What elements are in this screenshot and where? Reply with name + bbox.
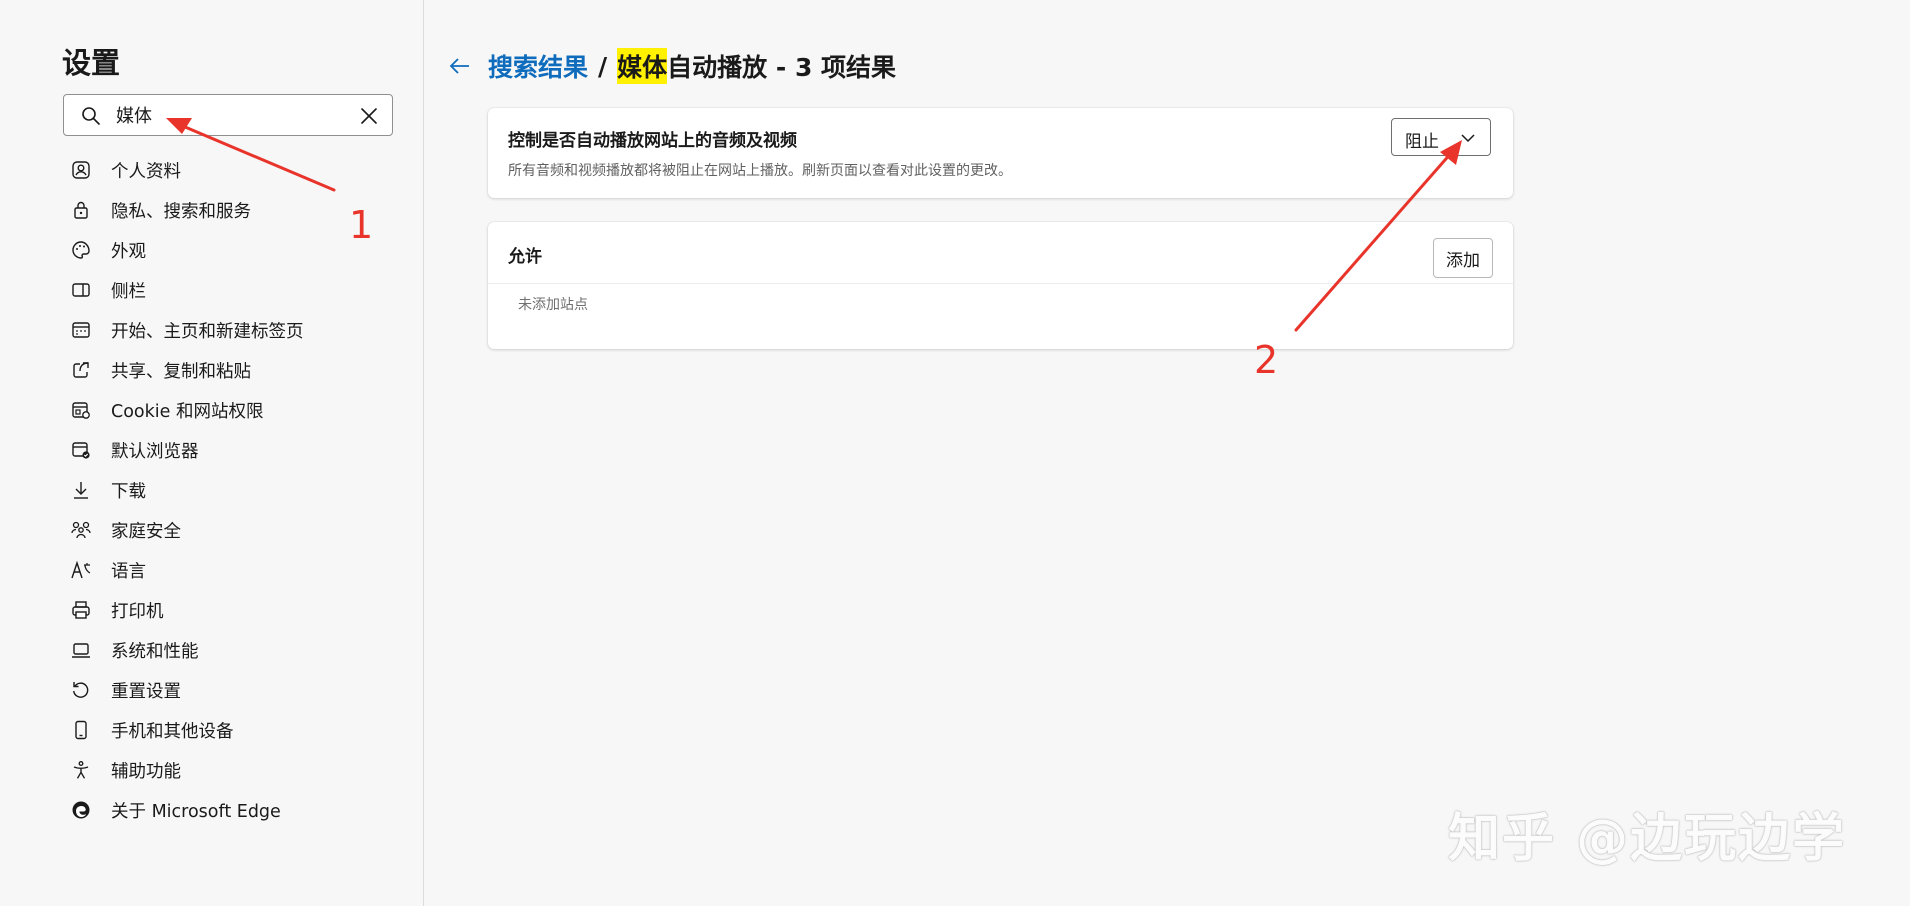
- palette-icon: [70, 239, 92, 261]
- search-icon: [82, 107, 100, 125]
- browser-default-icon: [70, 439, 92, 461]
- sidebar-item-label: 下载: [111, 481, 146, 502]
- sidebar-item-label: 共享、复制和粘贴: [111, 361, 251, 382]
- page-title: 自动播放 - 3 项结果: [667, 53, 897, 82]
- autoplay-dropdown-value: 阻止: [1405, 132, 1439, 152]
- sidebar: 设置 个人资料 隐私、搜索和服务 外观: [0, 0, 424, 906]
- sidebar-item-label: 个人资料: [111, 161, 181, 182]
- clear-icon[interactable]: [359, 106, 379, 126]
- sidebar-item-system[interactable]: 系统和性能: [70, 630, 400, 670]
- sidebar-item-label: 外观: [111, 241, 146, 262]
- sidebar-item-profile[interactable]: 个人资料: [70, 150, 400, 190]
- autoplay-setting-card: 控制是否自动播放网站上的音频及视频 所有音频和视频播放都将被阻止在网站上播放。刷…: [488, 108, 1513, 198]
- sidebar-item-label: 侧栏: [111, 281, 146, 302]
- autoplay-dropdown[interactable]: 阻止: [1391, 118, 1491, 156]
- sidebar-item-label: 开始、主页和新建标签页: [111, 321, 304, 342]
- sidebar-item-label: 语言: [111, 561, 146, 582]
- phone-icon: [70, 719, 92, 741]
- sidebar-item-downloads[interactable]: 下载: [70, 470, 400, 510]
- laptop-icon: [70, 639, 92, 661]
- sidebar-item-label: 系统和性能: [111, 641, 199, 662]
- family-icon: [70, 519, 92, 541]
- reset-icon: [70, 679, 92, 701]
- download-icon: [70, 479, 92, 501]
- breadcrumb-search-results-link[interactable]: 搜索结果: [488, 48, 588, 84]
- sidebar-item-label: 打印机: [111, 601, 164, 622]
- annotation-number-1: 1: [349, 203, 374, 247]
- sidebar-item-sidebar[interactable]: 侧栏: [70, 270, 400, 310]
- breadcrumb: 搜索结果 / 媒体 自动播放 - 3 项结果: [448, 48, 896, 84]
- sidebar-item-cookies[interactable]: Cookie 和网站权限: [70, 390, 400, 430]
- sidebar-item-start-home[interactable]: 开始、主页和新建标签页: [70, 310, 400, 350]
- sidebar-title: 设置: [62, 46, 121, 80]
- edge-logo-icon: [70, 799, 92, 821]
- lock-icon: [70, 199, 92, 221]
- search-highlight: 媒体: [617, 48, 668, 84]
- allow-sites-card: 允许 添加 未添加站点: [488, 222, 1513, 349]
- search-input[interactable]: [116, 101, 346, 129]
- autoplay-setting-description: 所有音频和视频播放都将被阻止在网站上播放。刷新页面以查看对此设置的更改。: [508, 163, 1012, 179]
- printer-icon: [70, 599, 92, 621]
- sidebar-item-label: 辅助功能: [111, 761, 181, 782]
- sidebar-item-label: Cookie 和网站权限: [111, 401, 264, 422]
- sidebar-item-language[interactable]: 语言: [70, 550, 400, 590]
- divider: [488, 283, 1513, 284]
- chevron-down-icon: [1461, 134, 1475, 143]
- back-arrow-icon[interactable]: [448, 54, 472, 78]
- allow-section-title: 允许: [508, 247, 542, 267]
- sidebar-item-reset[interactable]: 重置设置: [70, 670, 400, 710]
- sidebar-item-family[interactable]: 家庭安全: [70, 510, 400, 550]
- sidebar-item-accessibility[interactable]: 辅助功能: [70, 750, 400, 790]
- cookie-site-icon: [70, 399, 92, 421]
- language-icon: [70, 559, 92, 581]
- sidebar-item-label: 关于 Microsoft Edge: [111, 801, 281, 822]
- sidebar-item-label: 重置设置: [111, 681, 181, 702]
- accessibility-icon: [70, 759, 92, 781]
- watermark: 知乎 @边玩边学: [1448, 809, 1847, 869]
- autoplay-setting-title: 控制是否自动播放网站上的音频及视频: [508, 131, 797, 151]
- sidebar-item-phone[interactable]: 手机和其他设备: [70, 710, 400, 750]
- settings-nav: 个人资料 隐私、搜索和服务 外观 侧栏 开始、主页和新建标签页 共享、复制和粘贴…: [70, 150, 400, 830]
- sidebar-item-printers[interactable]: 打印机: [70, 590, 400, 630]
- sidebar-item-label: 隐私、搜索和服务: [111, 201, 251, 222]
- sidebar-item-about[interactable]: 关于 Microsoft Edge: [70, 790, 400, 830]
- sidebar-item-label: 手机和其他设备: [111, 721, 234, 742]
- sidebar-item-label: 家庭安全: [111, 521, 181, 542]
- add-site-button[interactable]: 添加: [1433, 238, 1493, 278]
- profile-icon: [70, 159, 92, 181]
- annotation-number-2: 2: [1254, 338, 1279, 382]
- breadcrumb-separator: /: [598, 51, 608, 81]
- search-box[interactable]: [63, 94, 393, 136]
- share-icon: [70, 359, 92, 381]
- home-grid-icon: [70, 319, 92, 341]
- sidebar-item-default-browser[interactable]: 默认浏览器: [70, 430, 400, 470]
- sidebar-item-label: 默认浏览器: [111, 441, 199, 462]
- sidebar-item-share[interactable]: 共享、复制和粘贴: [70, 350, 400, 390]
- empty-state-text: 未添加站点: [518, 297, 588, 313]
- sidebar-icon: [70, 279, 92, 301]
